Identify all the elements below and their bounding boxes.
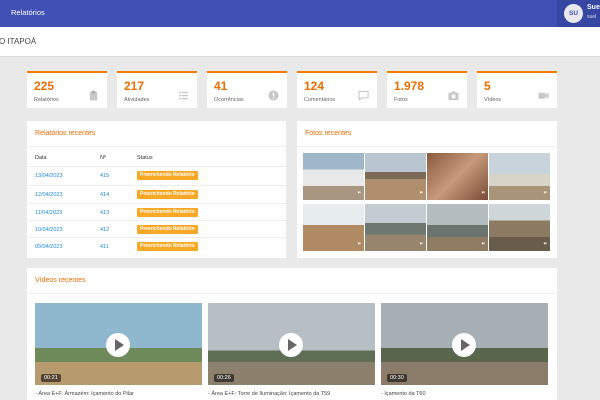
report-date-link[interactable]: 11/04/2023 xyxy=(35,210,62,216)
stat-value: 41 xyxy=(214,79,228,93)
stat-card-comments[interactable]: 124 Comentários xyxy=(297,71,377,108)
app-title: Relatórios xyxy=(11,8,45,17)
play-icon[interactable] xyxy=(106,333,130,357)
video-caption: - Içamento da T60 xyxy=(381,391,426,397)
video-camera-icon xyxy=(538,92,549,99)
table-row[interactable]: 12/04/2023 414 Preenchendo Relatório xyxy=(27,185,286,204)
stat-value: 217 xyxy=(124,79,145,93)
stat-card-photos[interactable]: 1.978 Fotos xyxy=(387,71,467,108)
report-date-link[interactable]: 10/04/2023 xyxy=(35,227,63,233)
stat-value: 1.978 xyxy=(394,79,425,93)
play-icon[interactable] xyxy=(279,333,303,357)
photo-thumbnail[interactable]: ❞ xyxy=(365,153,426,200)
stat-value: 124 xyxy=(304,79,325,93)
comment-icon xyxy=(358,90,369,101)
comment-count-icon: ❞ xyxy=(481,192,485,198)
stat-label: Atividades xyxy=(124,97,150,103)
report-number-link[interactable]: 413 xyxy=(100,210,109,216)
alert-icon xyxy=(268,90,279,101)
camera-icon xyxy=(448,91,459,101)
status-badge: Preenchendo Relatório xyxy=(137,225,198,234)
status-badge: Preenchendo Relatório xyxy=(137,171,198,180)
card-title: Fotos recentes xyxy=(305,130,352,137)
card-title: Vídeos recentes xyxy=(35,277,86,284)
photo-thumbnail[interactable]: ❞ xyxy=(427,204,488,251)
status-badge: Preenchendo Relatório xyxy=(137,208,198,217)
comment-count-icon: ❞ xyxy=(481,243,485,249)
play-icon[interactable] xyxy=(452,333,476,357)
report-number-link[interactable]: 411 xyxy=(100,244,109,250)
video-duration: 00:21 xyxy=(41,374,61,382)
status-badge: Preenchendo Relatório xyxy=(137,190,198,199)
video-caption: - Área E+F: Torre de Iluminação: Içament… xyxy=(208,391,331,397)
video-thumbnail[interactable]: 00:30 xyxy=(381,303,548,385)
photo-thumbnail[interactable]: ❞ xyxy=(303,153,364,200)
avatar: SU xyxy=(564,4,583,23)
user-email: suel xyxy=(587,14,597,20)
stat-label: Relatórios xyxy=(34,97,59,103)
comment-count-icon: ❞ xyxy=(419,243,423,249)
column-header-number: Nº xyxy=(100,155,106,161)
photo-thumbnail[interactable]: ❞ xyxy=(489,153,550,200)
user-menu[interactable]: SU Sue suel xyxy=(557,0,600,27)
video-duration: 00:26 xyxy=(214,374,234,382)
stat-card-reports[interactable]: 225 Relatórios xyxy=(27,71,107,108)
clipboard-icon xyxy=(89,90,98,101)
report-number-link[interactable]: 414 xyxy=(100,192,109,198)
stat-value: 5 xyxy=(484,79,491,93)
photo-thumbnail[interactable]: ❞ xyxy=(365,204,426,251)
stat-label: Vídeos xyxy=(484,97,502,103)
stat-label: Fotos xyxy=(394,97,408,103)
stat-card-occurrences[interactable]: 41 Ocorrências xyxy=(207,71,287,108)
project-header: O ITAPOÁ xyxy=(0,27,600,57)
stat-label: Comentários xyxy=(304,97,336,103)
status-badge: Preenchendo Relatório xyxy=(137,242,198,251)
comment-count-icon: ❞ xyxy=(543,192,547,198)
project-name: O ITAPOÁ xyxy=(0,37,37,46)
report-date-link[interactable]: 12/04/2023 xyxy=(35,192,63,198)
card-divider xyxy=(27,146,286,147)
report-date-link[interactable]: 09/04/2023 xyxy=(35,244,63,250)
card-title: Relatórios recentes xyxy=(35,130,96,137)
stat-card-activities[interactable]: 217 Atividades xyxy=(117,71,197,108)
card-divider xyxy=(297,146,557,147)
comment-count-icon: ❞ xyxy=(419,192,423,198)
list-icon xyxy=(178,91,189,100)
report-number-link[interactable]: 415 xyxy=(100,173,109,179)
photo-thumbnail[interactable]: ❞ xyxy=(489,204,550,251)
table-row[interactable]: 13/04/2023 415 Preenchendo Relatório xyxy=(27,166,286,185)
stat-value: 225 xyxy=(34,79,55,93)
card-divider xyxy=(27,293,557,294)
video-thumbnail[interactable]: 00:21 xyxy=(35,303,202,385)
video-duration: 00:30 xyxy=(387,374,407,382)
stat-card-videos[interactable]: 5 Vídeos xyxy=(477,71,557,108)
column-header-date: Data xyxy=(35,155,47,161)
table-row[interactable]: 09/04/2023 411 Preenchendo Relatório xyxy=(27,237,286,256)
column-header-status: Status xyxy=(137,155,153,161)
comment-count-icon: ❞ xyxy=(543,243,547,249)
video-caption: - Área E+F: Armazém: Içamento do Pilar xyxy=(35,391,134,397)
video-thumbnail[interactable]: 00:26 xyxy=(208,303,375,385)
comment-count-icon: ❞ xyxy=(357,243,361,249)
top-bar: Relatórios SU Sue suel xyxy=(0,0,600,27)
photo-thumbnail[interactable]: ❞ xyxy=(427,153,488,200)
comment-count-icon: ❞ xyxy=(357,192,361,198)
report-date-link[interactable]: 13/04/2023 xyxy=(35,173,63,179)
report-number-link[interactable]: 412 xyxy=(100,227,109,233)
stat-label: Ocorrências xyxy=(214,97,244,103)
user-name: Sue xyxy=(587,4,600,11)
photo-thumbnail[interactable]: ❞ xyxy=(303,204,364,251)
